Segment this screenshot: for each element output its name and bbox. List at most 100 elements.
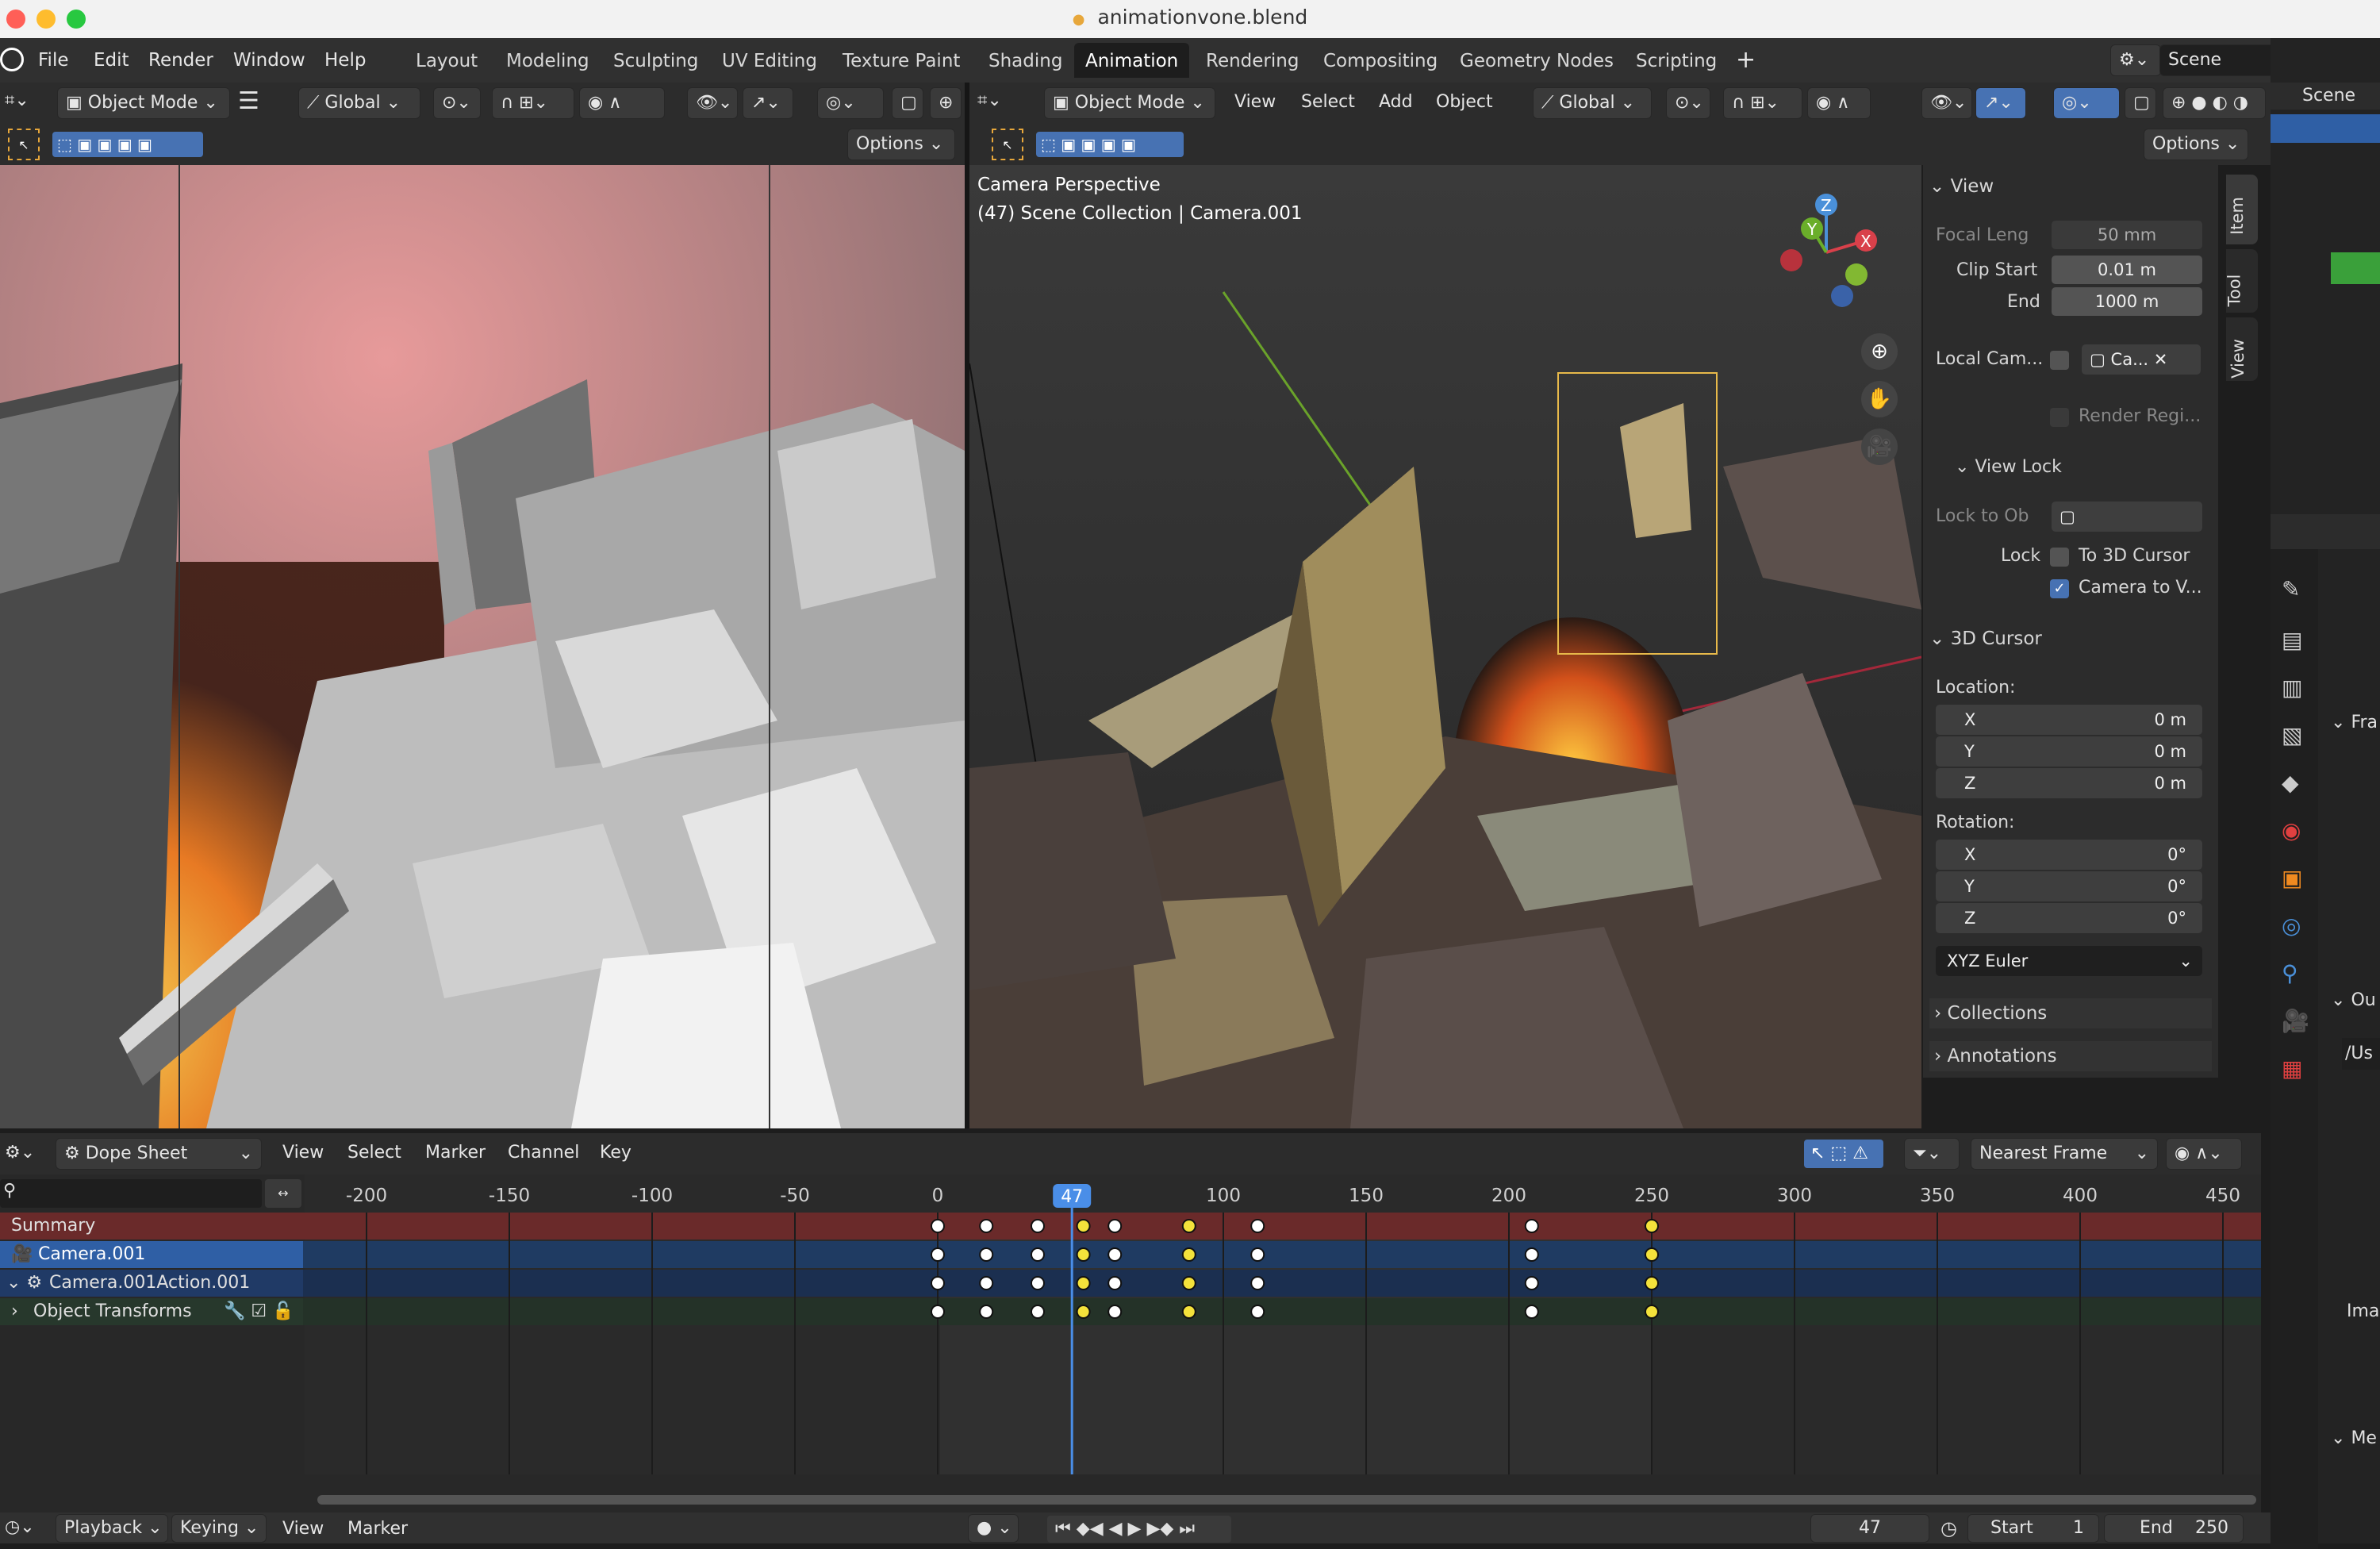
object-props-icon[interactable]: ▣ (2282, 865, 2302, 891)
keyframe[interactable] (1250, 1247, 1265, 1262)
menu-window[interactable]: Window (233, 38, 305, 83)
current-frame-field[interactable]: 47 (1810, 1514, 1929, 1543)
lock-camera-to-view-checkbox[interactable]: ✓ (2050, 579, 2069, 598)
keyframe[interactable] (1524, 1247, 1539, 1262)
right-visibility-icon[interactable]: 👁⌄ (1921, 87, 1972, 119)
tab-modeling[interactable]: Modeling (495, 43, 601, 78)
annotations-panel-header[interactable]: › Annotations (1929, 1041, 2212, 1071)
dope-menu-channel[interactable]: Channel (508, 1143, 579, 1163)
tab-geometry-nodes[interactable]: Geometry Nodes (1449, 43, 1625, 78)
world-props-icon[interactable]: ◉ (2282, 817, 2301, 844)
keyframe[interactable] (979, 1305, 994, 1319)
snap-mode-dropdown[interactable]: Nearest Frame ⌄ (1971, 1138, 2158, 1170)
tab-compositing[interactable]: Compositing (1312, 43, 1449, 78)
keyframe[interactable] (1181, 1247, 1196, 1262)
texture-props-icon[interactable]: ▦ (2282, 1055, 2302, 1082)
keyframe[interactable] (1107, 1305, 1123, 1319)
keyframe[interactable] (931, 1276, 945, 1290)
view-lock-header[interactable]: ⌄ View Lock (1955, 457, 2062, 477)
filter-funnel-icon[interactable]: ⏷⌄ (1904, 1138, 1960, 1170)
right-proportional-icon[interactable]: ◉ ∧ (1807, 87, 1871, 119)
cursor-location-z[interactable]: Z 0 m (1936, 768, 2202, 798)
local-camera-checkbox[interactable] (2050, 351, 2069, 370)
keyframe[interactable] (1181, 1305, 1196, 1319)
menu-view[interactable]: View (1234, 92, 1276, 112)
keyframe[interactable] (1250, 1305, 1265, 1319)
cursor-location-y[interactable]: Y 0 m (1936, 736, 2202, 767)
clip-end-field[interactable]: 1000 m (2052, 287, 2202, 316)
right-snap-icon[interactable]: ∩ ⊞⌄ (1723, 87, 1802, 119)
playback-controls[interactable]: ⏮ ◆◀ ◀ ▶ ▶◆ ⏭ (1047, 1516, 1231, 1543)
view-panel-header[interactable]: ⌄ View (1929, 176, 1994, 197)
modifier-props-icon[interactable]: ◎ (2282, 913, 2301, 939)
keyframe[interactable] (1076, 1219, 1091, 1233)
dope-mode-dropdown[interactable]: ⚙ Dope Sheet ⌄ (56, 1138, 262, 1170)
editor-type-icon[interactable]: ⌗⌄ (5, 90, 29, 110)
dope-proportional-icon[interactable]: ◉ ∧⌄ (2166, 1138, 2242, 1170)
add-workspace-icon[interactable]: + (1736, 38, 1756, 83)
clock-icon[interactable]: ◷ (1940, 1517, 1957, 1539)
tab-scripting[interactable]: Scripting (1625, 43, 1728, 78)
keyframe[interactable] (1645, 1247, 1659, 1262)
clip-start-field[interactable]: 0.01 m (2052, 256, 2202, 284)
focal-length-field[interactable]: 50 mm (2052, 221, 2202, 249)
select-mode-icons[interactable]: ⬚ ▣ ▣ ▣ ▣ (52, 132, 203, 157)
keyframe[interactable] (931, 1247, 945, 1262)
camera-view-icon[interactable]: 🎥 (1861, 429, 1898, 465)
keyframe[interactable] (1107, 1219, 1123, 1233)
right-pivot-icon[interactable]: ⊙⌄ (1666, 87, 1710, 119)
timeline-menu-view[interactable]: View (282, 1519, 324, 1539)
right-options-dropdown[interactable]: Options ⌄ (2144, 129, 2248, 160)
left-orientation-dropdown[interactable]: ⟋ Global ⌄ (298, 87, 420, 119)
keyframe[interactable] (1031, 1305, 1045, 1319)
keyframe[interactable] (1250, 1276, 1265, 1290)
record-icon[interactable]: ● ⌄ (968, 1514, 1019, 1543)
keyframe[interactable] (1645, 1305, 1659, 1319)
keyframe[interactable] (979, 1219, 994, 1233)
output-props-icon[interactable]: ▥ (2282, 675, 2302, 701)
keyframe[interactable] (1107, 1247, 1123, 1262)
select-tool-icon[interactable]: ↖ (8, 129, 40, 160)
tool-wrench-icon[interactable]: ✎ (2282, 576, 2300, 602)
render-region-checkbox[interactable] (2050, 408, 2069, 427)
keyframe[interactable] (1524, 1305, 1539, 1319)
overlay-icon[interactable]: ◎⌄ (817, 87, 884, 119)
right-viewport[interactable]: Camera Perspective (47) Scene Collection… (969, 165, 1921, 1128)
proportional-icon[interactable]: ◉ ∧ (579, 87, 665, 119)
left-mode-dropdown[interactable]: ▣ Object Mode ⌄ (57, 87, 230, 119)
dope-menu-view[interactable]: View (282, 1143, 324, 1163)
keyframe[interactable] (1031, 1276, 1045, 1290)
menu-help[interactable]: Help (324, 38, 366, 83)
hamburger-icon[interactable]: ☰ (238, 87, 259, 115)
outliner-selected-row[interactable] (2271, 114, 2380, 143)
zoom-icon[interactable]: ⊕ (1861, 333, 1898, 370)
sidebar-tab-item[interactable]: Item (2226, 175, 2258, 244)
right-overlay-icon[interactable]: ◎⌄ (2053, 87, 2120, 119)
tab-sculpting[interactable]: Sculpting (602, 43, 709, 78)
cursor-rotation-z[interactable]: Z 0° (1936, 903, 2202, 933)
tab-animation[interactable]: Animation (1074, 43, 1190, 78)
gizmo-icon[interactable]: ↗⌄ (743, 87, 793, 119)
tab-layout[interactable]: Layout (405, 43, 489, 78)
scene-browse-icon[interactable]: ⚙⌄ (2110, 44, 2161, 76)
end-frame-field[interactable]: End 250 (2104, 1514, 2244, 1543)
keyframe[interactable] (1076, 1276, 1091, 1290)
tab-rendering[interactable]: Rendering (1195, 43, 1310, 78)
right-mode-dropdown[interactable]: ▣ Object Mode ⌄ (1044, 87, 1215, 119)
menu-add[interactable]: Add (1379, 92, 1413, 112)
keyframe[interactable] (1524, 1219, 1539, 1233)
keyframe[interactable] (1076, 1305, 1091, 1319)
menu-object[interactable]: Object (1436, 92, 1493, 112)
menu-edit[interactable]: Edit (94, 38, 129, 83)
shading-wire-icon[interactable]: ⊕ (930, 87, 962, 119)
keyframe[interactable] (979, 1276, 994, 1290)
keyframe[interactable] (979, 1247, 994, 1262)
keyframe[interactable] (1250, 1219, 1265, 1233)
keyframe[interactable] (1031, 1219, 1045, 1233)
keying-dropdown[interactable]: Keying ⌄ (171, 1514, 267, 1543)
camera-data-icon[interactable]: 🎥 (2282, 1008, 2309, 1034)
tab-texture-paint[interactable]: Texture Paint (831, 43, 971, 78)
keyframe[interactable] (1645, 1276, 1659, 1290)
snap-icon[interactable]: ∩ ⊞⌄ (492, 87, 574, 119)
keyframe[interactable] (931, 1305, 945, 1319)
